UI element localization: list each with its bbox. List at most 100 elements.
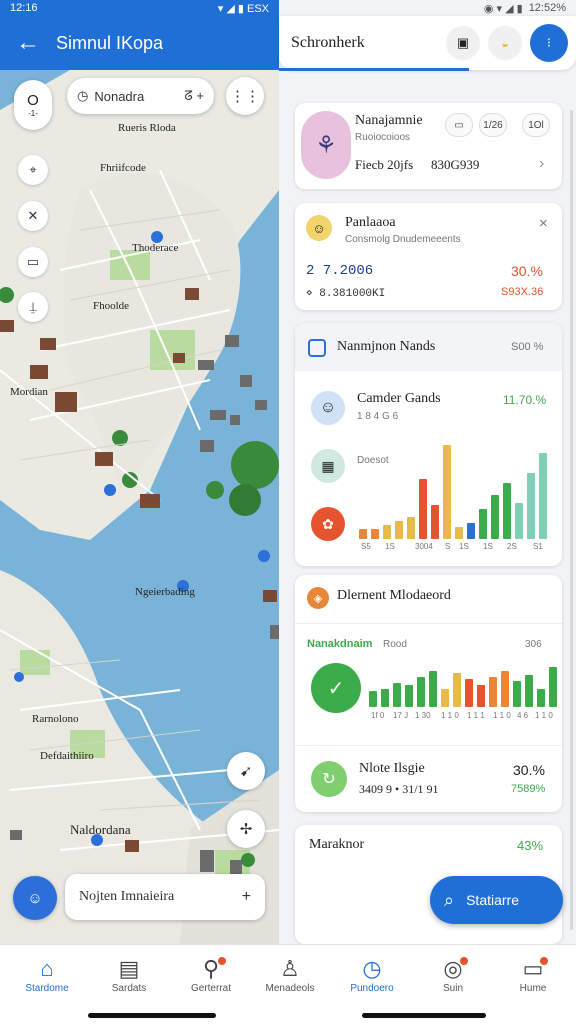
card1-chip[interactable]: 1Ol: [522, 113, 550, 137]
map-view[interactable]: Rueris Rloda Fhriifcode Thoderace Fhoold…: [0, 70, 279, 944]
axis-label: 1 1 0: [535, 711, 553, 720]
bottom-navigation: ⌂ Stardome ▤ Sardats ⚲ Gerterrat ♙ Menad…: [0, 944, 576, 1024]
axis-label: 2S: [507, 542, 517, 551]
home-indicator-right: [362, 1013, 486, 1018]
map-label: Rarnolono: [32, 713, 79, 725]
dashboard-title: Schronherk: [291, 34, 365, 51]
bar: [405, 685, 413, 707]
status-icons: ◉ ▾ ◢ ▮: [483, 2, 523, 15]
profile-illustration: ⚘: [301, 111, 351, 179]
bar: [441, 689, 449, 707]
bar: [383, 525, 391, 539]
screen: 12:16 ▾ ◢ ▮ ESX ← Simnul IKopa Rueris Rl…: [0, 0, 576, 1024]
add-icon[interactable]: +: [242, 888, 251, 906]
axis-label: S5: [361, 542, 371, 551]
close-icon[interactable]: ×: [539, 215, 548, 232]
card3-pct: S00 %: [511, 341, 544, 353]
card4-row-pct2: 7589%: [511, 783, 546, 795]
grid-menu-icon[interactable]: ⋮⋮: [226, 77, 264, 115]
card3-title: Nanmjnon Nands: [337, 339, 436, 354]
info-icon[interactable]: ⁝: [530, 24, 568, 62]
chart-icon: ✿: [311, 507, 345, 541]
card4-legend-sub: Rood: [383, 639, 407, 650]
bar: [549, 667, 557, 707]
map-label: Mordian: [10, 386, 48, 398]
stats-card[interactable]: Nanmjnon Nands S00 % ☺ Camder Gands 1 8 …: [295, 323, 562, 566]
statistics-fab[interactable]: ⌕ Statiarre: [430, 876, 563, 924]
map-search-extra: ᘔ +: [184, 88, 204, 103]
bar: [381, 689, 389, 707]
bar: [539, 453, 547, 539]
pin-tool-icon[interactable]: ⌖: [18, 155, 48, 185]
bar: [417, 677, 425, 707]
nav-item-sardats[interactable]: ▤ Sardats: [88, 955, 170, 994]
nav-label: Gerterrat: [190, 983, 231, 994]
axis-label: 1S: [483, 542, 493, 551]
avatar[interactable]: ☺: [13, 876, 57, 920]
nav-item-pundoero[interactable]: ◷ Pundoero: [331, 955, 413, 994]
card-icon[interactable]: ▭: [445, 113, 473, 137]
card4-row-sub: 3409 9 • 31/1 91: [359, 782, 439, 796]
map-label: Rueris Rloda: [118, 122, 176, 134]
navigate-icon[interactable]: ➹: [227, 752, 265, 790]
map-label: Thoderace: [132, 242, 179, 254]
map-layer-toggle[interactable]: O -1-: [14, 80, 52, 130]
right-status-bar: ◉ ▾ ◢ ▮ 12:52%: [279, 0, 576, 16]
tag-icon[interactable]: ▣: [446, 26, 480, 60]
nav-item-menadeols[interactable]: ♙ Menadeols: [249, 955, 331, 994]
map-bottom-card[interactable]: Nojten Imnaieira +: [65, 874, 265, 920]
chevron-right-icon[interactable]: ›: [539, 155, 544, 173]
card4-row-title: Nlote Ilsgie: [359, 761, 425, 776]
marker-icon[interactable]: ⍊: [18, 292, 48, 322]
account-card[interactable]: ☺ Panlaaoa Consmolg Dnudemeeents × 2 7.2…: [295, 203, 562, 310]
layer-sub: -1-: [28, 109, 38, 118]
map-search-pill[interactable]: ◷ Nonadra ᘔ +: [67, 78, 214, 114]
scrollbar[interactable]: [570, 110, 573, 930]
bar: [491, 495, 499, 539]
axis-label: 1 1 0: [441, 711, 459, 720]
bar: [395, 521, 403, 539]
bar: [429, 671, 437, 707]
layer-icon: O: [27, 92, 39, 109]
bar: [527, 473, 535, 539]
nav-item-stardome[interactable]: ⌂ Stardome: [6, 955, 88, 994]
nav-label: Suin: [442, 983, 463, 994]
card2-title: Panlaaoa: [345, 215, 396, 230]
map-label: Naldordana: [70, 822, 131, 837]
status-time: 12:52%: [528, 2, 566, 14]
tools-icon[interactable]: ✕: [18, 201, 48, 231]
card3-bar-chart: [359, 443, 547, 539]
nav-item-suin[interactable]: ◎ Suin: [412, 955, 494, 994]
home-indicator-left: [88, 1013, 216, 1018]
nav-item-hume[interactable]: ▭ Hume: [492, 955, 574, 994]
card1-chip[interactable]: 1/26: [479, 113, 507, 137]
bar: [477, 685, 485, 707]
accent-line: [279, 68, 469, 71]
bar: [503, 483, 511, 539]
axis-label: 1 1 0: [493, 711, 511, 720]
bar: [455, 527, 463, 539]
nav-label: Sardats: [111, 983, 147, 994]
card5-title: Maraknor: [309, 837, 365, 852]
arrow-left-icon[interactable]: ←: [0, 29, 56, 57]
axis-label: 1 30: [415, 711, 431, 720]
map-bottom-label: Nojten Imnaieira: [79, 889, 175, 904]
card3-item-title: Camder Gands: [357, 391, 441, 406]
calendar-icon: ▤: [118, 956, 140, 981]
sun-icon[interactable]: ◒: [488, 26, 522, 60]
nav-label: Stardome: [25, 983, 69, 994]
chat-icon: ▭: [492, 955, 574, 983]
compass-icon[interactable]: ✢: [227, 810, 265, 848]
card1-title: Nanajamnie: [355, 113, 423, 128]
card2-value2: ⋄ 8.381000KI: [306, 288, 386, 300]
nav-item-gerterrat[interactable]: ⚲ Gerterrat: [170, 955, 252, 994]
home-icon: ⌂: [40, 956, 54, 981]
axis-label: S: [445, 542, 451, 551]
dashboard-app-bar: Schronherk ▣ ◒ ⁝: [279, 16, 576, 70]
divider: [295, 745, 562, 746]
compass-icon: ◎: [412, 955, 494, 983]
profile-card[interactable]: ⚘ Nanajamnie Ruoiocoioos Fiecb 20jfs 830…: [295, 103, 562, 189]
image-icon[interactable]: ▭: [18, 247, 48, 277]
model-card[interactable]: ◈ Dlernent Mlodaeord Nanakdnaim Rood 306…: [295, 575, 562, 812]
model-icon: ◈: [307, 587, 329, 609]
